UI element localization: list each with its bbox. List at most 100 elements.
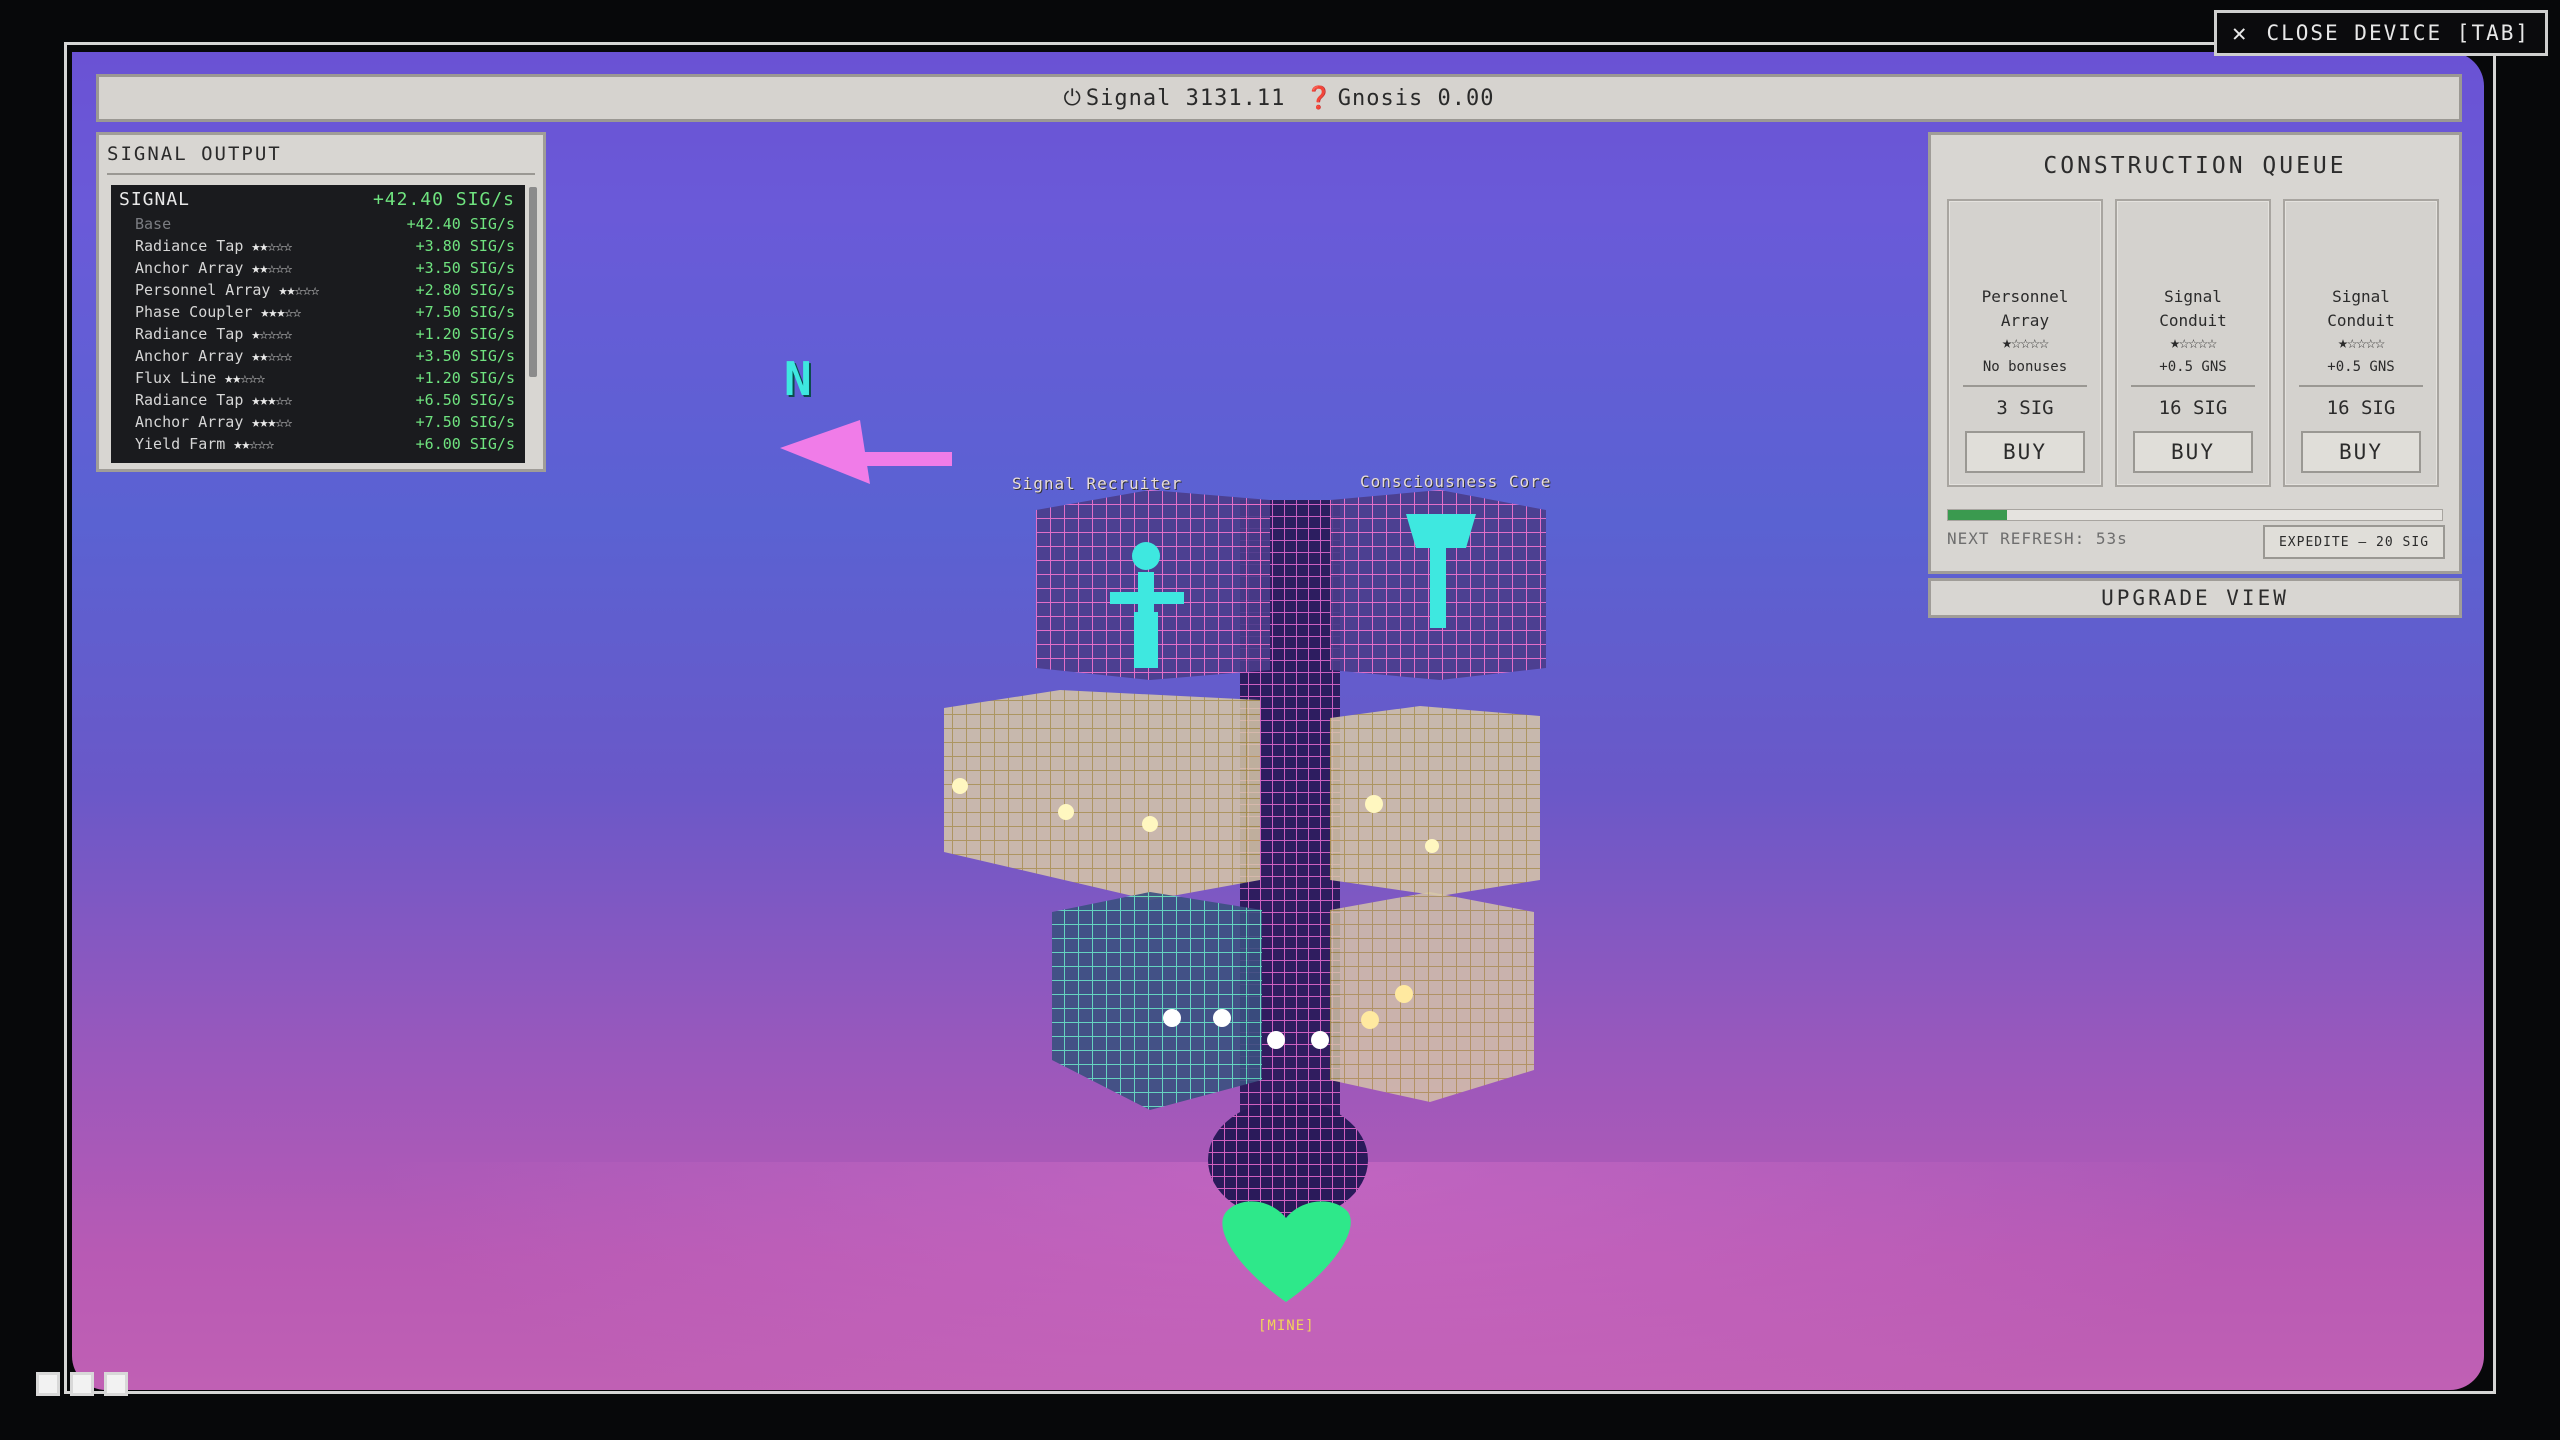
direction-arrow — [780, 420, 952, 484]
row-value: +2.80 SIG/s — [415, 281, 515, 299]
row-value: +3.50 SIG/s — [415, 347, 515, 365]
row-name: Base — [135, 215, 172, 233]
list-item: Radiance Tap ★☆☆☆☆ +1.20 SIG/s — [135, 323, 515, 345]
card-name: Signal Conduit — [2285, 285, 2437, 333]
tower-base — [1208, 1100, 1368, 1220]
upgrade-view-button[interactable]: UPGRADE VIEW — [1928, 578, 2462, 618]
card-name: Signal Conduit — [2117, 285, 2269, 333]
consciousness-core-module[interactable] — [1330, 490, 1546, 680]
gnosis-stat: ❓ Gnosis 0.00 — [1305, 86, 1494, 111]
power-icon: ⏻ — [1063, 85, 1082, 111]
queue-card-signal-conduit: Signal Conduit ★☆☆☆☆ +0.5 GNS 16 SIG BUY — [2283, 199, 2439, 487]
card-bonus: +0.5 GNS — [2327, 359, 2395, 375]
window-button-3[interactable] — [104, 1372, 128, 1396]
list-item: Base +42.40 SIG/s — [135, 213, 515, 235]
signal-list[interactable]: SIGNAL +42.40 SIG/s Base +42.40 SIG/s Rad… — [111, 185, 525, 463]
star-rating: ★☆☆☆☆ — [2001, 333, 2049, 353]
list-item: Phase Coupler ★★★☆☆ +7.50 SIG/s — [135, 301, 515, 323]
row-value: +1.20 SIG/s — [415, 325, 515, 343]
anchor-module-left[interactable] — [1052, 892, 1285, 1110]
consciousness-core-label: Consciousness Core — [1360, 472, 1552, 491]
row-name: Radiance Tap — [135, 391, 244, 409]
card-name-line1: Signal — [2332, 287, 2390, 306]
yield-module-right[interactable] — [1330, 706, 1540, 896]
buy-button[interactable]: BUY — [2133, 431, 2253, 473]
list-item: Anchor Array ★★☆☆☆ +3.50 SIG/s — [135, 257, 515, 279]
card-name: Personnel Array — [1949, 285, 2101, 333]
signal-recruiter-label: Signal Recruiter — [1012, 474, 1183, 493]
window-button-2[interactable] — [70, 1372, 94, 1396]
list-item: Radiance Tap ★★★☆☆ +6.50 SIG/s — [135, 389, 515, 411]
star-rating: ★★☆☆☆ — [224, 369, 265, 387]
star-rating: ★☆☆☆☆ — [251, 325, 292, 343]
star-rating: ★★☆☆☆ — [251, 259, 292, 277]
next-refresh-timer: NEXT REFRESH: 53s — [1947, 529, 2128, 548]
card-bonus: No bonuses — [1982, 359, 2068, 375]
star-rating: ★★☆☆☆ — [251, 347, 292, 365]
row-name: Anchor Array — [135, 259, 244, 277]
resource-bar: ⏻ Signal 3131.11 ❓ Gnosis 0.00 — [96, 74, 2462, 122]
row-name: Yield Farm — [135, 435, 226, 453]
star-rating: ★★★☆☆ — [251, 413, 292, 431]
divider — [1963, 385, 2087, 387]
row-value: +6.50 SIG/s — [415, 391, 515, 409]
row-value: +1.20 SIG/s — [415, 369, 515, 387]
row-value: +7.50 SIG/s — [415, 413, 515, 431]
signal-stat-label: Signal 3131.11 — [1085, 85, 1286, 111]
buy-button[interactable]: BUY — [1965, 431, 2085, 473]
row-name: Phase Coupler — [135, 303, 253, 321]
star-rating: ★★★☆☆ — [251, 391, 292, 409]
card-name-line2: Conduit — [2327, 311, 2395, 330]
refresh-progress-fill — [1948, 510, 2008, 520]
row-value: +3.80 SIG/s — [415, 237, 515, 255]
divider — [107, 173, 535, 175]
expedite-button[interactable]: EXPEDITE — 20 SIG — [2263, 525, 2445, 559]
window-button-1[interactable] — [36, 1372, 60, 1396]
signal-stat: ⏻ Signal 3131.11 — [1064, 86, 1286, 111]
construction-queue-panel: CONSTRUCTION QUEUE Personnel Array ★☆☆☆☆ … — [1928, 132, 2462, 574]
construction-queue-title: CONSTRUCTION QUEUE — [2043, 153, 2347, 179]
signal-total-row: SIGNAL +42.40 SIG/s — [119, 189, 515, 210]
close-device-label: CLOSE DEVICE [TAB] — [2266, 21, 2531, 45]
window-controls — [36, 1372, 128, 1396]
row-value: +7.50 SIG/s — [415, 303, 515, 321]
question-icon: ❓ — [1305, 85, 1334, 111]
row-name: Radiance Tap — [135, 237, 244, 255]
mine-label: [MINE] — [1258, 1318, 1315, 1334]
gnosis-stat-label: Gnosis 0.00 — [1337, 85, 1495, 111]
signal-total-label: SIGNAL — [119, 189, 191, 210]
compass-north-label: N — [784, 352, 812, 406]
divider — [2299, 385, 2423, 387]
card-price: 16 SIG — [2158, 397, 2228, 419]
yield-module-left[interactable] — [944, 690, 1260, 900]
card-name-line1: Personnel — [1981, 287, 2069, 306]
list-item: Radiance Tap ★★☆☆☆ +3.80 SIG/s — [135, 235, 515, 257]
queue-card-signal-conduit: Signal Conduit ★☆☆☆☆ +0.5 GNS 16 SIG BUY — [2115, 199, 2271, 487]
signal-total-value: +42.40 SIG/s — [372, 189, 515, 210]
card-price: 3 SIG — [1996, 397, 2054, 419]
signal-recruiter-module[interactable] — [1036, 490, 1270, 680]
row-name: Anchor Array — [135, 347, 244, 365]
signal-list-scrollbar[interactable] — [529, 187, 537, 377]
row-value: +6.00 SIG/s — [415, 435, 515, 453]
row-value: +42.40 SIG/s — [406, 215, 515, 233]
card-price: 16 SIG — [2326, 397, 2396, 419]
list-item: Anchor Array ★★☆☆☆ +3.50 SIG/s — [135, 345, 515, 367]
row-name: Radiance Tap — [135, 325, 244, 343]
anchor-module-right[interactable] — [1311, 892, 1534, 1102]
row-value: +3.50 SIG/s — [415, 259, 515, 277]
list-item: Flux Line ★★☆☆☆ +1.20 SIG/s — [135, 367, 515, 389]
row-name: Personnel Array — [135, 281, 271, 299]
buy-button[interactable]: BUY — [2301, 431, 2421, 473]
divider — [2131, 385, 2255, 387]
list-item: Anchor Array ★★★☆☆ +7.50 SIG/s — [135, 411, 515, 433]
row-name: Anchor Array — [135, 413, 244, 431]
star-rating: ★☆☆☆☆ — [2337, 333, 2385, 353]
signal-output-title: SIGNAL OUTPUT — [107, 143, 282, 165]
close-icon: ✕ — [2231, 19, 2249, 47]
refresh-progress-bar — [1947, 509, 2443, 521]
close-device-button[interactable]: ✕ CLOSE DEVICE [TAB] — [2214, 10, 2548, 56]
star-rating: ★★☆☆☆ — [251, 237, 292, 255]
card-bonus: +0.5 GNS — [2159, 359, 2227, 375]
signal-output-panel: SIGNAL OUTPUT SIGNAL +42.40 SIG/s Base +4… — [96, 132, 546, 472]
